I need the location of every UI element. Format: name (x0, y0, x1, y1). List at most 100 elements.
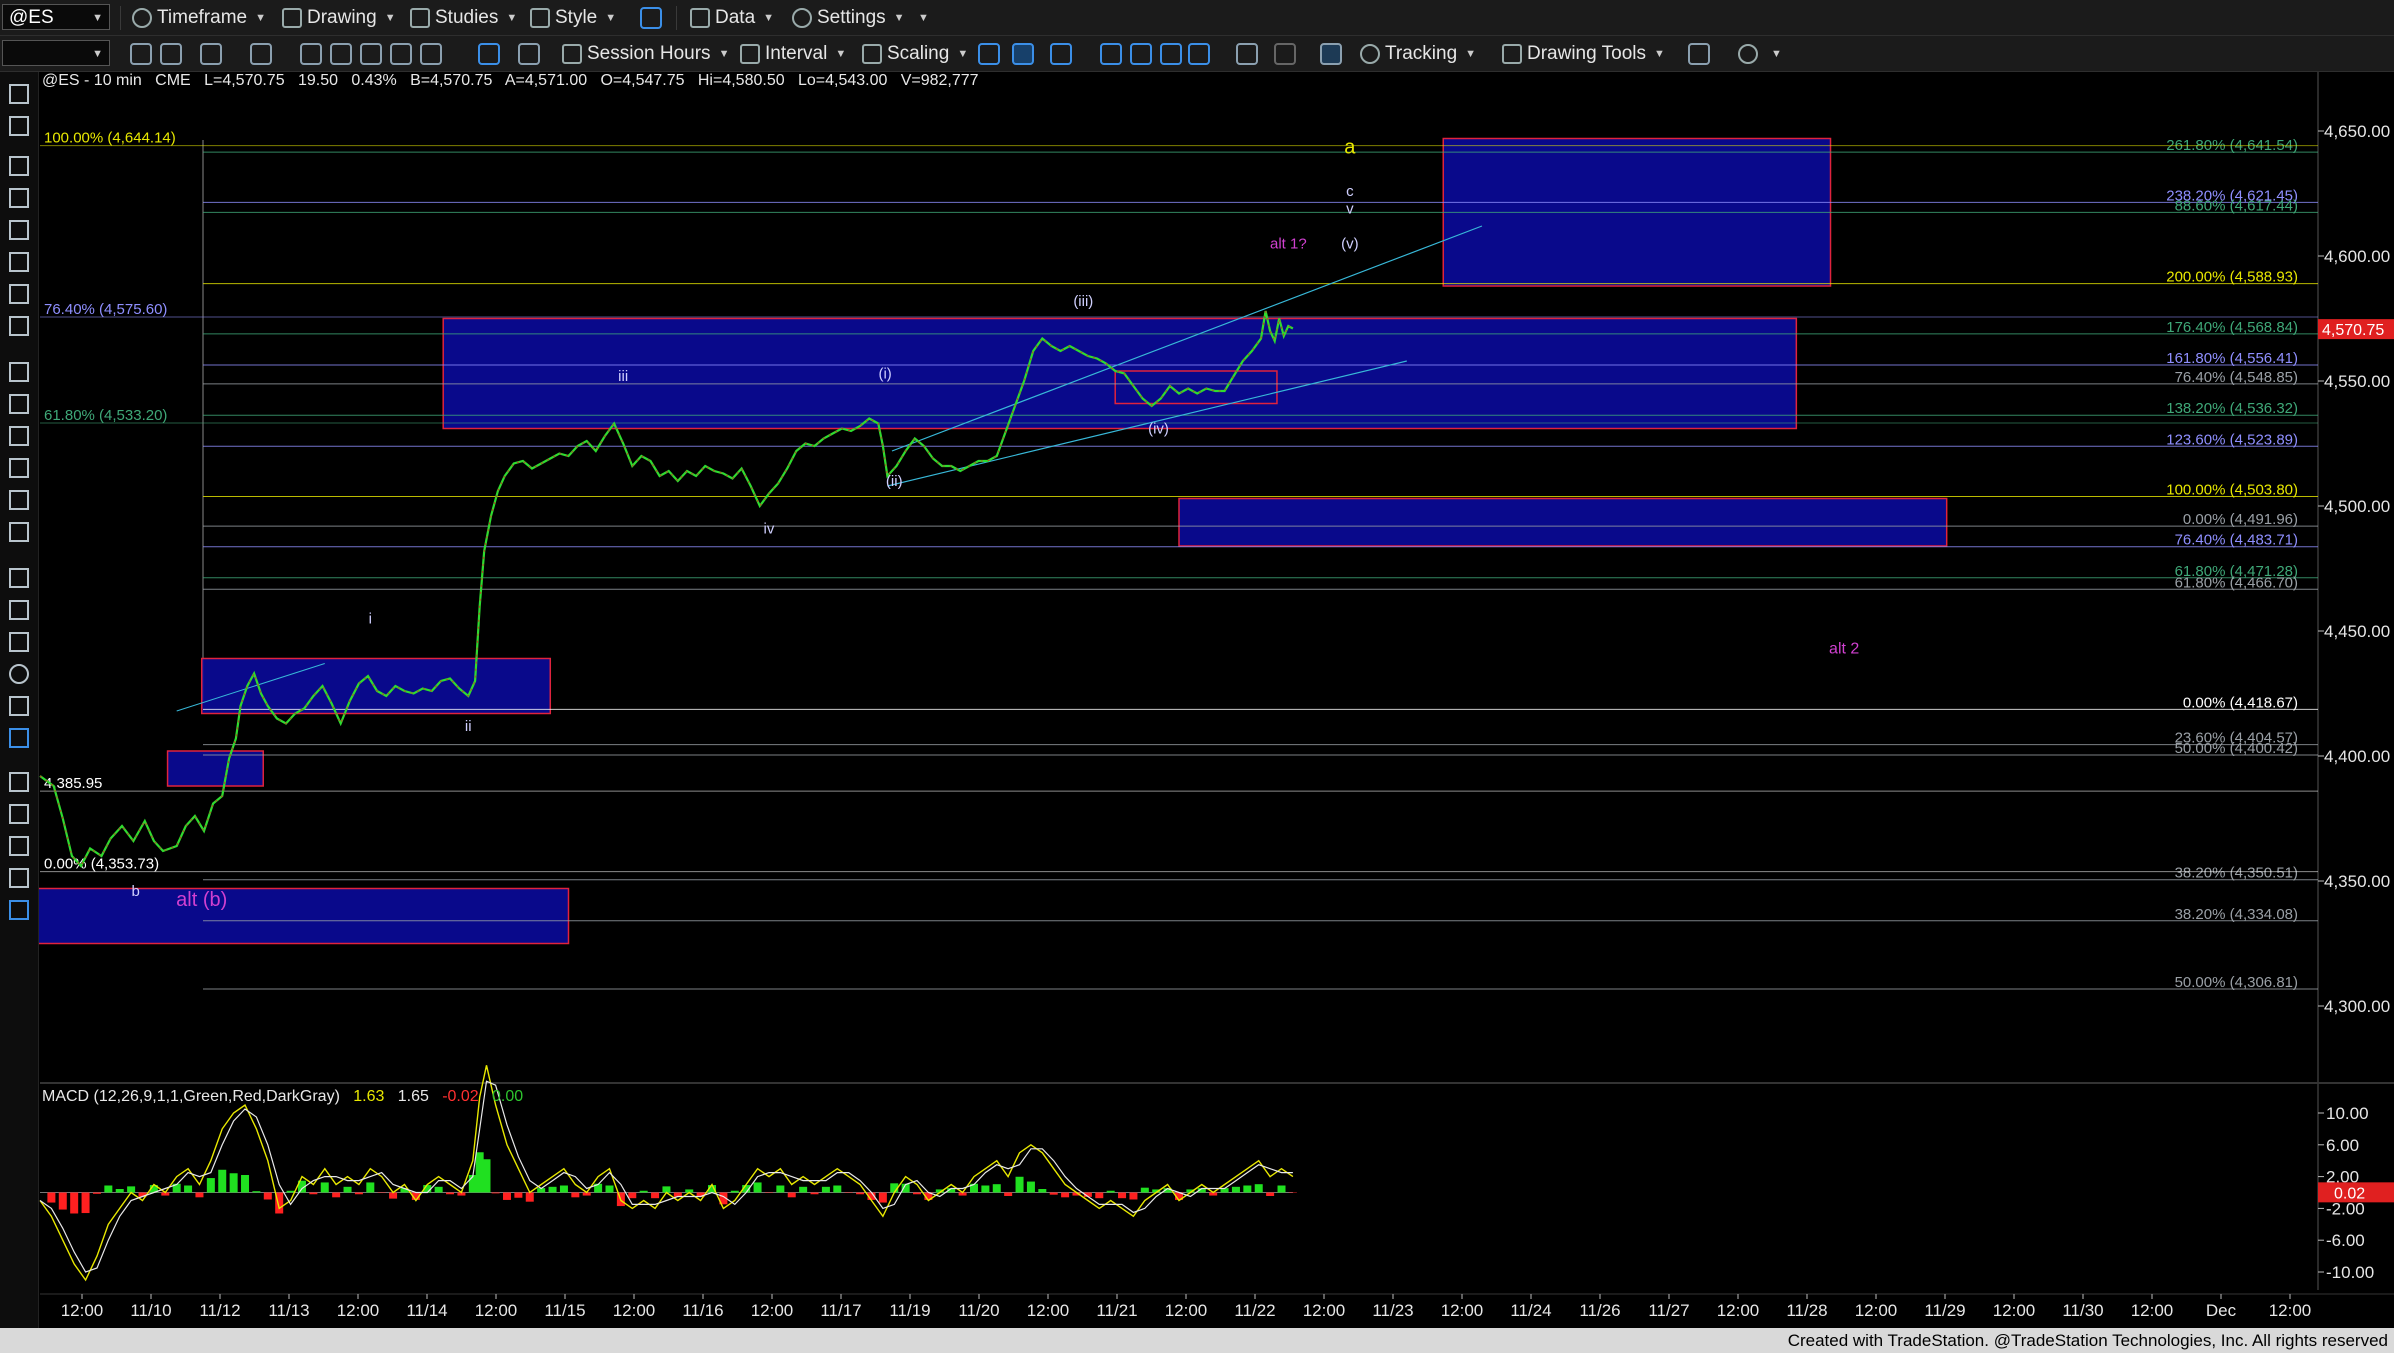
fib-extension-icon[interactable] (9, 362, 29, 382)
chart-window-icon[interactable] (200, 43, 222, 65)
studies-menu[interactable]: Studies ▼ (410, 4, 517, 32)
time-tick-label: 12:00 (1027, 1301, 1070, 1320)
ellipse-icon[interactable] (9, 664, 29, 684)
time-tick-label: 11/15 (544, 1301, 585, 1320)
chevron-down-icon: ▼ (1771, 48, 1782, 60)
target-box-middle (442, 317, 1798, 430)
pointer-icon[interactable] (9, 84, 29, 104)
zoom-out-icon[interactable] (1274, 43, 1296, 65)
price-tick-label: 4,400.00 (2324, 747, 2390, 766)
text-box-icon[interactable] (9, 900, 29, 920)
channel-icon[interactable] (9, 252, 29, 272)
compare-icon[interactable] (518, 43, 540, 65)
settings-menu[interactable]: Settings ▼ (792, 4, 905, 32)
overflow-menu[interactable]: ▼ (910, 4, 929, 32)
bar-style-icon[interactable] (978, 43, 1000, 65)
candle-style-icon[interactable] (1012, 43, 1034, 65)
line-style-icon[interactable] (1050, 43, 1072, 65)
speed-lines-icon[interactable] (9, 458, 29, 478)
scroll-end-icon[interactable] (1188, 43, 1210, 65)
zoom-in-icon[interactable] (1236, 43, 1258, 65)
fib-label-right: 176.40% (4,568.84) (2166, 319, 2298, 336)
symbol-input[interactable]: @ES ▼ (2, 4, 110, 30)
macd-histogram-bar (434, 1186, 443, 1193)
chat-menu[interactable]: ▼ (1738, 40, 1782, 68)
wave-label: (ii) (886, 473, 903, 490)
gann-icon[interactable] (9, 426, 29, 446)
macd-histogram-bar (343, 1186, 352, 1193)
macd-histogram-bar (92, 1192, 101, 1194)
news-icon[interactable] (250, 43, 272, 65)
grid-icon[interactable] (1320, 43, 1342, 65)
export-icon[interactable] (1688, 43, 1710, 65)
eraser-icon[interactable] (9, 804, 29, 824)
drawing-tools-label: Drawing Tools (1527, 43, 1646, 65)
scroll-icon[interactable] (1160, 43, 1182, 65)
refresh-icon[interactable] (130, 43, 152, 65)
text-icon[interactable] (9, 728, 29, 748)
link-icon[interactable] (640, 7, 662, 29)
order-icon[interactable] (420, 43, 442, 65)
toolbar-divider (120, 6, 121, 30)
line-icon[interactable] (9, 772, 29, 792)
macd-value: 1.63 (353, 1088, 385, 1105)
time-tick-label: 11/20 (958, 1301, 999, 1320)
time-tick-label: 12:00 (2269, 1301, 2312, 1320)
network-icon[interactable] (478, 43, 500, 65)
arrow-down-icon[interactable] (9, 600, 29, 620)
fib-icon[interactable] (9, 316, 29, 336)
tracking-menu[interactable]: Tracking ▼ (1360, 40, 1476, 68)
chart-toolbar: ▼ Session Hours ▼ Interval ▼ Scaling ▼ Trac… (0, 36, 2394, 72)
macd-histogram-bar (662, 1186, 671, 1193)
layout-icon[interactable] (330, 43, 352, 65)
arrow-up-icon[interactable] (9, 632, 29, 652)
macd-histogram-bar (309, 1192, 318, 1195)
arc-icon[interactable] (9, 568, 29, 588)
andrews-icon[interactable] (9, 490, 29, 510)
trendline-icon[interactable] (9, 156, 29, 176)
measure-icon[interactable] (9, 836, 29, 856)
drawing-tools-menu[interactable]: Drawing Tools ▼ (1502, 40, 1665, 68)
crosshair-icon[interactable] (9, 116, 29, 136)
macd-tick-label: -10.00 (2326, 1263, 2374, 1282)
macd-histogram-bar (856, 1192, 865, 1195)
rectangle-icon[interactable] (9, 696, 29, 716)
regression-icon[interactable] (9, 522, 29, 542)
workspace-select[interactable]: ▼ (2, 40, 110, 66)
interval-menu[interactable]: Interval ▼ (740, 40, 846, 68)
cycle-icon[interactable] (9, 284, 29, 304)
macd-histogram-bar (1266, 1192, 1275, 1196)
alert-icon[interactable] (390, 43, 412, 65)
refresh-all-icon[interactable] (160, 43, 182, 65)
style-menu[interactable]: Style ▼ (530, 4, 616, 32)
timeframe-menu[interactable]: Timeframe ▼ (132, 4, 266, 32)
analyze-icon[interactable] (300, 43, 322, 65)
crosshair-icon (1360, 44, 1380, 64)
chevron-down-icon: ▼ (718, 48, 730, 60)
macd-histogram-bar (1140, 1187, 1149, 1193)
fib-time-icon[interactable] (9, 394, 29, 414)
zoom-out-bars-icon[interactable] (1130, 43, 1152, 65)
timeframe-label: Timeframe (157, 7, 248, 29)
macd-histogram-bar (514, 1192, 523, 1198)
macd-label: MACD (12,26,9,1,1,Green,Red,DarkGray) (42, 1088, 340, 1105)
macd-histogram-bar (992, 1184, 1001, 1193)
time-tick-label: 11/27 (1648, 1301, 1689, 1320)
horizontal-line-icon[interactable] (9, 220, 29, 240)
macd-histogram-bar (354, 1192, 363, 1195)
drawing-menu[interactable]: Drawing ▼ (282, 4, 396, 32)
session-hours-menu[interactable]: Session Hours ▼ (562, 40, 729, 68)
fib-label-right: 38.20% (4,334.08) (2175, 906, 2298, 923)
zoom-in-bars-icon[interactable] (1100, 43, 1122, 65)
ray-icon[interactable] (9, 188, 29, 208)
time-tick-label: 11/24 (1510, 1301, 1551, 1320)
scanner-icon[interactable] (360, 43, 382, 65)
macd-tick-label: -6.00 (2326, 1231, 2365, 1250)
brush-icon[interactable] (9, 868, 29, 888)
scaling-menu[interactable]: Scaling ▼ (862, 40, 968, 68)
gear-icon (792, 8, 812, 28)
macd-histogram-bar (104, 1185, 113, 1193)
trading-chart[interactable]: 261.80% (4,641.54)238.20% (4,621.45)88.6… (0, 0, 2394, 1353)
chevron-down-icon: ▼ (763, 12, 775, 24)
data-menu[interactable]: Data ▼ (690, 4, 774, 32)
